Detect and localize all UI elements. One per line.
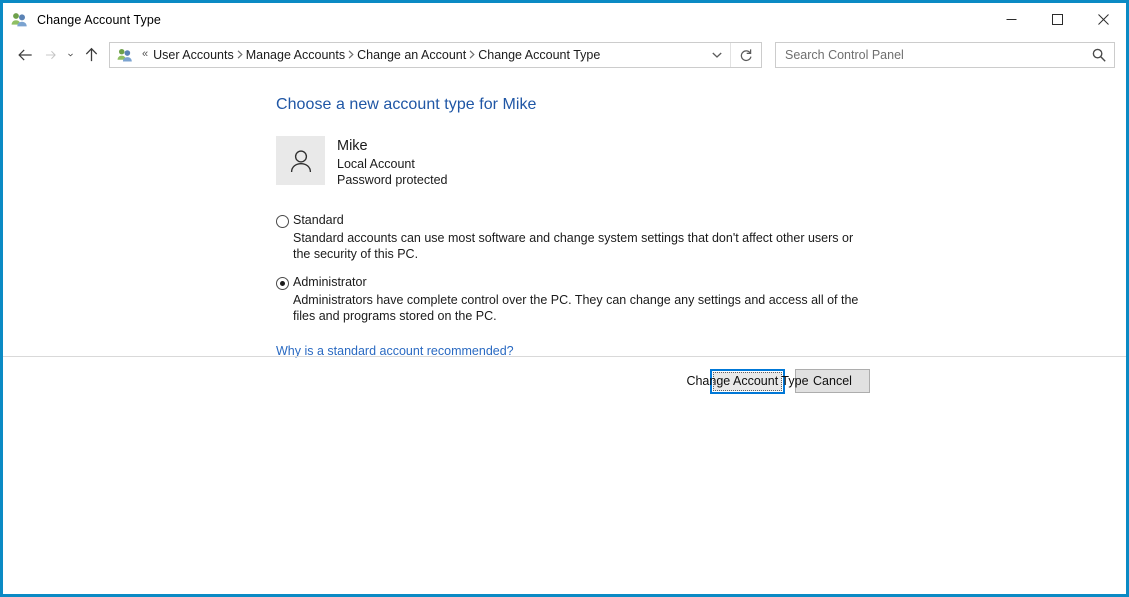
window-title: Change Account Type bbox=[37, 13, 161, 27]
option-administrator[interactable]: Administrator Administrators have comple… bbox=[276, 275, 1126, 324]
maximize-button[interactable] bbox=[1034, 3, 1080, 36]
back-button[interactable] bbox=[12, 42, 39, 68]
radio-standard[interactable] bbox=[276, 215, 289, 228]
account-summary: Mike Local Account Password protected bbox=[276, 136, 1126, 188]
account-type: Local Account bbox=[337, 156, 447, 172]
breadcrumb-item-change-an-account[interactable]: Change an Account bbox=[357, 48, 466, 62]
search-box[interactable] bbox=[775, 42, 1115, 68]
search-input[interactable] bbox=[785, 48, 1092, 62]
breadcrumb-separator-icon[interactable] bbox=[466, 50, 478, 59]
account-type-options: Standard Standard accounts can use most … bbox=[276, 213, 1126, 324]
change-account-type-window: Change Account Type bbox=[0, 0, 1129, 597]
avatar bbox=[276, 136, 325, 185]
option-standard-label[interactable]: Standard bbox=[293, 213, 344, 228]
title-bar: Change Account Type bbox=[3, 3, 1126, 36]
breadcrumb-user-accounts-icon bbox=[117, 47, 133, 63]
content-area: Choose a new account type for Mike Mike … bbox=[3, 73, 1126, 360]
change-account-type-button[interactable]: Change Account Type bbox=[710, 369, 785, 394]
address-chevron-down-icon[interactable] bbox=[703, 43, 730, 67]
window-controls bbox=[988, 3, 1126, 36]
breadcrumb-item-change-account-type[interactable]: Change Account Type bbox=[478, 48, 600, 62]
up-button[interactable] bbox=[79, 42, 104, 68]
page-title: Choose a new account type for Mike bbox=[276, 96, 1126, 114]
breadcrumb-separator-icon[interactable] bbox=[234, 50, 246, 59]
person-icon bbox=[286, 146, 316, 176]
address-bar[interactable]: « User Accounts Manage Accounts Change a… bbox=[109, 42, 762, 68]
breadcrumb-overflow[interactable]: « bbox=[137, 49, 153, 60]
user-accounts-icon bbox=[11, 11, 28, 28]
option-administrator-label[interactable]: Administrator bbox=[293, 275, 367, 290]
refresh-button[interactable] bbox=[730, 43, 761, 67]
breadcrumb: « User Accounts Manage Accounts Change a… bbox=[110, 43, 703, 67]
recent-locations-chevron-down-icon[interactable] bbox=[62, 42, 79, 68]
option-standard[interactable]: Standard Standard accounts can use most … bbox=[276, 213, 1126, 262]
radio-administrator[interactable] bbox=[276, 277, 289, 290]
footer-actions: Change Account Type Cancel bbox=[3, 369, 1126, 394]
forward-button bbox=[39, 42, 62, 68]
search-icon[interactable] bbox=[1092, 48, 1106, 62]
minimize-button[interactable] bbox=[988, 3, 1034, 36]
option-standard-description: Standard accounts can use most software … bbox=[293, 231, 871, 262]
change-account-type-button-label: Change Account Type bbox=[686, 375, 808, 388]
breadcrumb-item-user-accounts[interactable]: User Accounts bbox=[153, 48, 234, 62]
breadcrumb-separator-icon[interactable] bbox=[345, 50, 357, 59]
navigation-bar: « User Accounts Manage Accounts Change a… bbox=[3, 36, 1126, 73]
footer-divider bbox=[3, 356, 1126, 357]
account-password-status: Password protected bbox=[337, 172, 447, 188]
breadcrumb-item-manage-accounts[interactable]: Manage Accounts bbox=[246, 48, 345, 62]
account-name: Mike bbox=[337, 137, 447, 156]
close-button[interactable] bbox=[1080, 3, 1126, 36]
account-details: Mike Local Account Password protected bbox=[337, 136, 447, 188]
option-administrator-description: Administrators have complete control ove… bbox=[293, 293, 871, 324]
